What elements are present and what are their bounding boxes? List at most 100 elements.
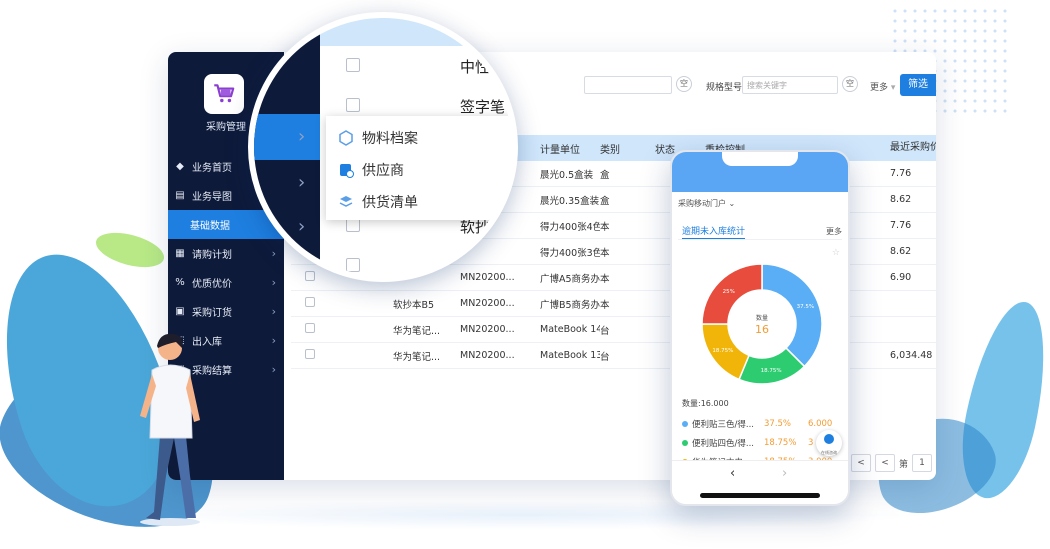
slice-label: 18.75% <box>712 348 733 354</box>
home-icon: ◆ <box>176 161 184 172</box>
sidebar-item-label: 优质优价 <box>192 279 232 290</box>
row-checkbox[interactable] <box>346 258 360 272</box>
app-logo[interactable] <box>204 74 244 114</box>
price-cell <box>884 317 936 343</box>
cube-icon <box>338 130 354 146</box>
phone-notch <box>722 152 798 166</box>
section-title[interactable]: 逾期未入库统计 <box>682 224 746 239</box>
submenu-item-label: 物料档案 <box>362 131 418 147</box>
more-link[interactable]: 更多 <box>826 226 842 237</box>
chat-icon <box>824 434 834 444</box>
slice-label: 18.75% <box>761 368 782 374</box>
row-checkbox[interactable] <box>346 98 360 112</box>
legend-name: 便利贴四色/得... <box>692 438 754 449</box>
name-cell: 华为笔记... <box>393 351 441 363</box>
chevron-down-icon: ⌄ <box>728 199 736 208</box>
center-label: 数量 <box>756 314 768 322</box>
page-number-input[interactable]: 1 <box>912 454 932 472</box>
list-icon <box>338 194 354 210</box>
page-prev-button[interactable]: < <box>850 454 871 472</box>
model-search-input[interactable]: 搜索关键字 <box>742 76 838 94</box>
chevron-right-icon: › <box>298 126 306 147</box>
divider <box>678 239 842 240</box>
filter-button[interactable]: 筛选 <box>900 74 936 96</box>
legend-value: 6.000 <box>808 418 833 429</box>
leaf-decoration <box>92 226 168 274</box>
column-header: 最近采购价 <box>884 135 936 161</box>
unit-cell: 台 <box>600 325 610 337</box>
plan-icon: ▦ <box>175 248 185 259</box>
price-cell: 7.76 <box>884 161 936 187</box>
row-checkbox[interactable] <box>305 323 315 333</box>
model-cell: 晨光0.5盒装 <box>540 169 594 181</box>
clear-button[interactable]: 空 <box>842 76 858 92</box>
chevron-right-icon: › <box>271 276 276 289</box>
model-cell: 广博B5商务办公 <box>540 299 600 311</box>
clear-button[interactable]: 空 <box>676 76 692 92</box>
more-label: 更多 <box>870 83 889 93</box>
center-value: 16 <box>755 323 769 336</box>
row-checkbox[interactable] <box>305 297 315 307</box>
unit-cell: 盒 <box>600 169 610 181</box>
person-illustration <box>140 333 200 526</box>
code-cell: MN20200... <box>460 298 515 309</box>
filter-input[interactable] <box>584 76 672 94</box>
unit-cell: 本 <box>600 299 610 311</box>
unit-cell: 本 <box>600 273 610 285</box>
chevron-down-icon: ▾ <box>890 83 896 93</box>
sidebar-item-label: 业务首页 <box>192 163 232 174</box>
model-label: 规格型号 <box>706 83 743 93</box>
supplier-icon <box>338 162 354 178</box>
model-cell: MateBook 13... <box>540 350 600 361</box>
portal-selector[interactable]: 采购移动门户 ⌄ <box>678 198 735 209</box>
pie-slice[interactable] <box>761 263 823 368</box>
page-prev-button[interactable]: < <box>874 454 895 472</box>
submenu-item[interactable]: 物料档案 <box>326 122 512 154</box>
forward-button[interactable]: › <box>782 466 787 481</box>
total-quantity: 数量:16.000 <box>682 399 729 408</box>
sidebar-item-label: 采购订货 <box>192 308 232 319</box>
unit-cell: 本 <box>600 221 610 233</box>
lens-active-item <box>254 114 320 160</box>
right-values: 7.76 8.62 7.76 8.62 6.90 6,034.48 <box>884 161 936 369</box>
code-cell: MN20200... <box>460 350 515 361</box>
name-cell: 软抄本B5 <box>393 299 435 311</box>
submenu-item-label: 供应商 <box>362 163 404 179</box>
legend-percent: 37.5% <box>764 418 792 429</box>
mobile-device: 采购移动门户 ⌄ 逾期未入库统计 更多 ☆ 37.5% 18.75% 18.75% 2… <box>670 150 850 506</box>
sidebar-item[interactable]: ▣ 采购订货 › <box>168 297 284 326</box>
submenu-item-label: 供货清单 <box>362 195 418 211</box>
price-cell: 8.62 <box>884 239 936 265</box>
chat-bubble-button[interactable]: 在线咨询 <box>816 430 842 456</box>
code-cell: MN20200... <box>460 324 515 335</box>
unit-cell: 盒 <box>600 195 610 207</box>
model-cell: 得力400张4色... <box>540 221 600 233</box>
submenu-item[interactable]: 供货清单 <box>326 186 512 218</box>
sidebar-item-label: 基础数据 <box>190 221 230 232</box>
percent-icon: % <box>175 277 185 288</box>
legend-item[interactable]: 便利贴三色/得... 37.5% 6.000 <box>682 414 842 433</box>
checkbox-cell <box>291 323 326 336</box>
legend-swatch <box>682 439 688 446</box>
row-checkbox[interactable] <box>305 349 315 359</box>
table-right-column: 最近采购价 7.76 8.62 7.76 8.62 6.90 6,034.48 <box>884 135 936 369</box>
legend-swatch <box>682 420 688 427</box>
row-checkbox[interactable] <box>346 218 360 232</box>
chevron-right-icon: › <box>298 172 306 193</box>
row-checkbox[interactable] <box>346 58 360 72</box>
price-cell: 6.90 <box>884 265 936 291</box>
column-header: 计量单位 <box>540 144 580 156</box>
star-icon[interactable]: ☆ <box>832 248 840 258</box>
legend-value: 3 <box>808 437 814 448</box>
slice-label: 25% <box>723 289 735 295</box>
lens-cell: 签字笔 <box>460 98 506 116</box>
sidebar-item-label: 业务导图 <box>192 192 232 203</box>
back-button[interactable]: ‹ <box>730 466 735 481</box>
cart-icon <box>214 84 235 103</box>
unit-cell: 台 <box>600 351 610 363</box>
more-dropdown[interactable]: 更多 ▾ <box>870 80 895 93</box>
lens-cell: 中性 <box>460 58 491 76</box>
map-icon: ▤ <box>175 190 185 201</box>
column-header: 类别 <box>600 144 620 156</box>
submenu-item[interactable]: 供应商 <box>326 154 512 186</box>
